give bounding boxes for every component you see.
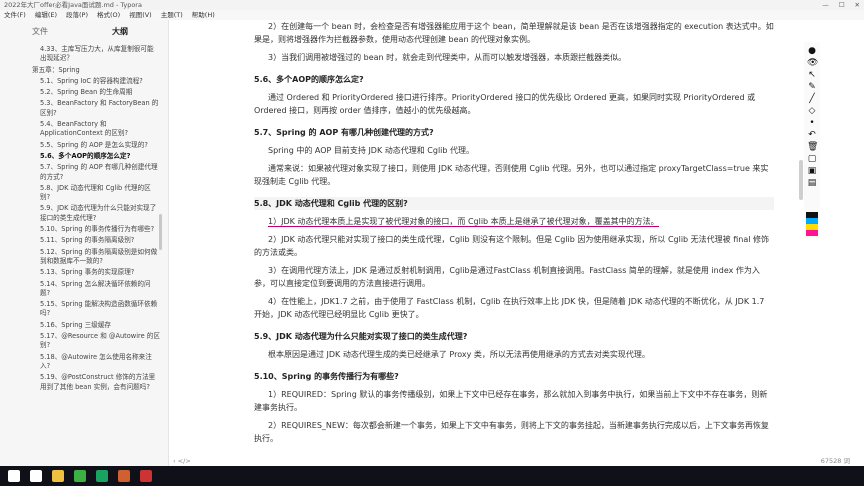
menu-item[interactable]: 编辑(E)	[35, 10, 57, 20]
outline-item[interactable]: 5.4、BeanFactory 和 ApplicationContext 的区别…	[0, 119, 164, 140]
maps-icon[interactable]	[96, 470, 108, 482]
paragraph: 1）JDK 动态代理本质上是实现了被代理对象的接口，而 Cglib 本质上是继承…	[254, 215, 774, 228]
paragraph: 3）当我们调用被增强过的 bean 时，就会走到代理类中，从而可以触发增强器，本…	[268, 53, 627, 62]
outline-item[interactable]: 5.15、Spring 能解决构造函数循环依赖吗?	[0, 299, 164, 320]
tab-files[interactable]: 文件	[0, 24, 80, 40]
app-icon[interactable]	[118, 470, 130, 482]
source-code-icon[interactable]: </>	[178, 457, 191, 465]
menu-bar: 文件(F) 编辑(E) 段落(P) 格式(O) 视图(V) 主题(T) 帮助(H)	[0, 10, 864, 20]
paragraph: 3）在调用代理方法上，JDK 是通过反射机制调用，Cglib是通过FastCla…	[254, 266, 760, 288]
paragraph: 根本原因是通过 JDK 动态代理生成的类已经继承了 Proxy 类，所以无法再使…	[268, 350, 650, 359]
paragraph: 4）在性能上，JDK1.7 之前，由于使用了 FastClass 机制，Cgli…	[254, 297, 765, 319]
outline-item[interactable]: 5.13、Spring 事务的实现原理?	[0, 267, 164, 278]
outline-list: 4.33、主库写压力大，从库复制很可能出现延迟？ 第五章：Spring 5.1、Sp…	[0, 44, 164, 464]
editor-scrollbar[interactable]	[799, 160, 803, 200]
outline-item[interactable]: 5.5、Spring 的 AOP 是怎么实现的?	[0, 140, 164, 151]
outline-item[interactable]: 5.7、Spring 的 AOP 有哪几种创建代理的方式?	[0, 162, 164, 183]
window-controls: — ☐ ✕	[822, 0, 860, 10]
outline-item[interactable]: 5.16、Spring 三级缓存	[0, 320, 164, 331]
menu-item[interactable]: 帮助(H)	[192, 10, 215, 20]
search-icon[interactable]	[30, 470, 42, 482]
sidebar-toggle-icons[interactable]: ‹ </>	[173, 456, 191, 466]
taskbar	[0, 466, 864, 486]
editor[interactable]: 2）在创建每一个 bean 时，会检查是否有增强器能应用于这个 bean，简单理…	[169, 20, 803, 466]
menu-item[interactable]: 视图(V)	[129, 10, 152, 20]
section-heading: 5.8、JDK 动态代理和 Cglib 代理的区别?	[254, 197, 774, 210]
tool-icon[interactable]: ╱	[807, 94, 817, 104]
outline-item[interactable]: 5.3、BeanFactory 和 FactoryBean 的区别?	[0, 98, 164, 119]
tool-icon[interactable]: •	[807, 118, 817, 128]
outline-item[interactable]: 5.11、Spring 的事务隔离级别?	[0, 235, 164, 246]
tool-icon[interactable]: 🗑	[807, 142, 818, 152]
outline-item[interactable]: 5.14、Spring 怎么解决循环依赖的问题?	[0, 279, 164, 300]
outline-item[interactable]: 5.17、@Resource 和 @Autowire 的区别?	[0, 331, 164, 352]
folder-icon[interactable]	[52, 470, 64, 482]
paragraph: 通过 Ordered 和 PriorityOrdered 接口进行排序。Prio…	[254, 93, 756, 115]
paragraph: 2）在创建每一个 bean 时，会检查是否有增强器能应用于这个 bean，简单理…	[254, 22, 774, 44]
outline-item[interactable]: 5.18、@Autowire 怎么使用名称来注入?	[0, 352, 164, 373]
tool-icon[interactable]: ◇	[807, 106, 817, 116]
sidebar: 文件 大纲 4.33、主库写压力大，从库复制很可能出现延迟？ 第五章：Spring…	[0, 20, 169, 466]
section-heading: 5.10、Spring 的事务传播行为有哪些?	[254, 372, 399, 381]
close-button[interactable]: ✕	[855, 0, 860, 10]
color-swatch[interactable]	[806, 230, 818, 236]
annotation-toolbar: ● 👁 ↖ ✎ ╱ ◇ • ↶ 🗑 ▢ ▣ ▤	[804, 42, 820, 238]
paragraph: 2）JDK 动态代理只能对实现了接口的类生成代理，Cglib 则没有这个限制。但…	[254, 235, 769, 257]
chat-icon[interactable]	[74, 470, 86, 482]
window-title: 2022年大厂offer必看Java面试题.md - Typora	[4, 1, 142, 9]
outline-item[interactable]: 5.19、@PostConstruct 修饰的方法里用到了其他 bean 实例，…	[0, 372, 164, 393]
maximize-button[interactable]: ☐	[839, 0, 845, 10]
word-count[interactable]: 67528 词	[821, 456, 850, 466]
outline-scrollbar[interactable]	[159, 214, 162, 250]
menu-item[interactable]: 主题(T)	[161, 10, 183, 20]
start-icon[interactable]	[8, 470, 20, 482]
outline-item[interactable]: 5.8、JDK 动态代理和 Cglib 代理的区别?	[0, 183, 164, 204]
outline-item[interactable]: 5.6、多个AOP的顺序怎么定?	[0, 151, 164, 162]
minimize-button[interactable]: —	[822, 0, 829, 10]
section-heading: 5.9、JDK 动态代理为什么只能对实现了接口的类生成代理?	[254, 332, 468, 341]
outline-item[interactable]: 5.2、Spring Bean 的生命周期	[0, 87, 164, 98]
tool-icon[interactable]: ▢	[807, 154, 817, 164]
outline-item[interactable]: 第五章：Spring	[0, 65, 164, 76]
menu-item[interactable]: 格式(O)	[97, 10, 120, 20]
section-heading: 5.7、Spring 的 AOP 有哪几种创建代理的方式?	[254, 128, 434, 137]
typora-icon[interactable]	[140, 470, 152, 482]
annotation-underline: 1）JDK 动态代理本质上是实现了被代理对象的接口，而 Cglib 本质上是继承…	[268, 217, 659, 227]
tab-outline[interactable]: 大纲	[80, 24, 160, 40]
paragraph: Spring 中的 AOP 目前支持 JDK 动态代理和 Cglib 代理。	[268, 146, 475, 155]
outline-item[interactable]: 5.12、Spring 的事务隔离级别是如何做到和数据库不一致的?	[0, 247, 164, 268]
paragraph: 2）REQUIRES_NEW：每次都会新建一个事务，如果上下文中有事务，则将上下…	[254, 421, 769, 443]
menu-item[interactable]: 段落(P)	[66, 10, 88, 20]
back-icon[interactable]: ‹	[173, 457, 176, 465]
tool-icon[interactable]: 👁	[807, 58, 818, 68]
tool-icon[interactable]: ↶	[807, 130, 817, 140]
tool-icon[interactable]: ↖	[807, 70, 817, 80]
outline-item[interactable]: 5.10、Spring 的事务传播行为有哪些?	[0, 224, 164, 235]
outline-item[interactable]: 5.1、Spring IoC 的容器构建流程?	[0, 76, 164, 87]
document-content[interactable]: 2）在创建每一个 bean 时，会检查是否有增强器能应用于这个 bean，简单理…	[254, 20, 774, 445]
sidebar-tabs: 文件 大纲	[0, 24, 160, 40]
section-heading: 5.6、多个AOP的顺序怎么定?	[254, 75, 364, 84]
outline-item[interactable]: 4.33、主库写压力大，从库复制很可能出现延迟？	[0, 44, 164, 65]
tool-icon[interactable]: ●	[807, 46, 817, 56]
title-bar: 2022年大厂offer必看Java面试题.md - Typora — ☐ ✕	[0, 0, 864, 10]
menu-item[interactable]: 文件(F)	[4, 10, 26, 20]
outline-item[interactable]: 5.9、JDK 动态代理为什么只能对实现了接口的类生成代理?	[0, 203, 164, 224]
tool-icon[interactable]: ▤	[807, 178, 817, 188]
status-bar: ‹ </> 67528 词	[169, 456, 864, 466]
tool-icon[interactable]: ✎	[807, 82, 817, 92]
paragraph: 通常来说：如果被代理对象实现了接口，则使用 JDK 动态代理，否则使用 Cgli…	[254, 164, 769, 186]
tool-icon[interactable]: ▣	[807, 166, 817, 176]
paragraph: 1）REQUIRED：Spring 默认的事务传播级别，如果上下文中已经存在事务…	[254, 390, 768, 412]
